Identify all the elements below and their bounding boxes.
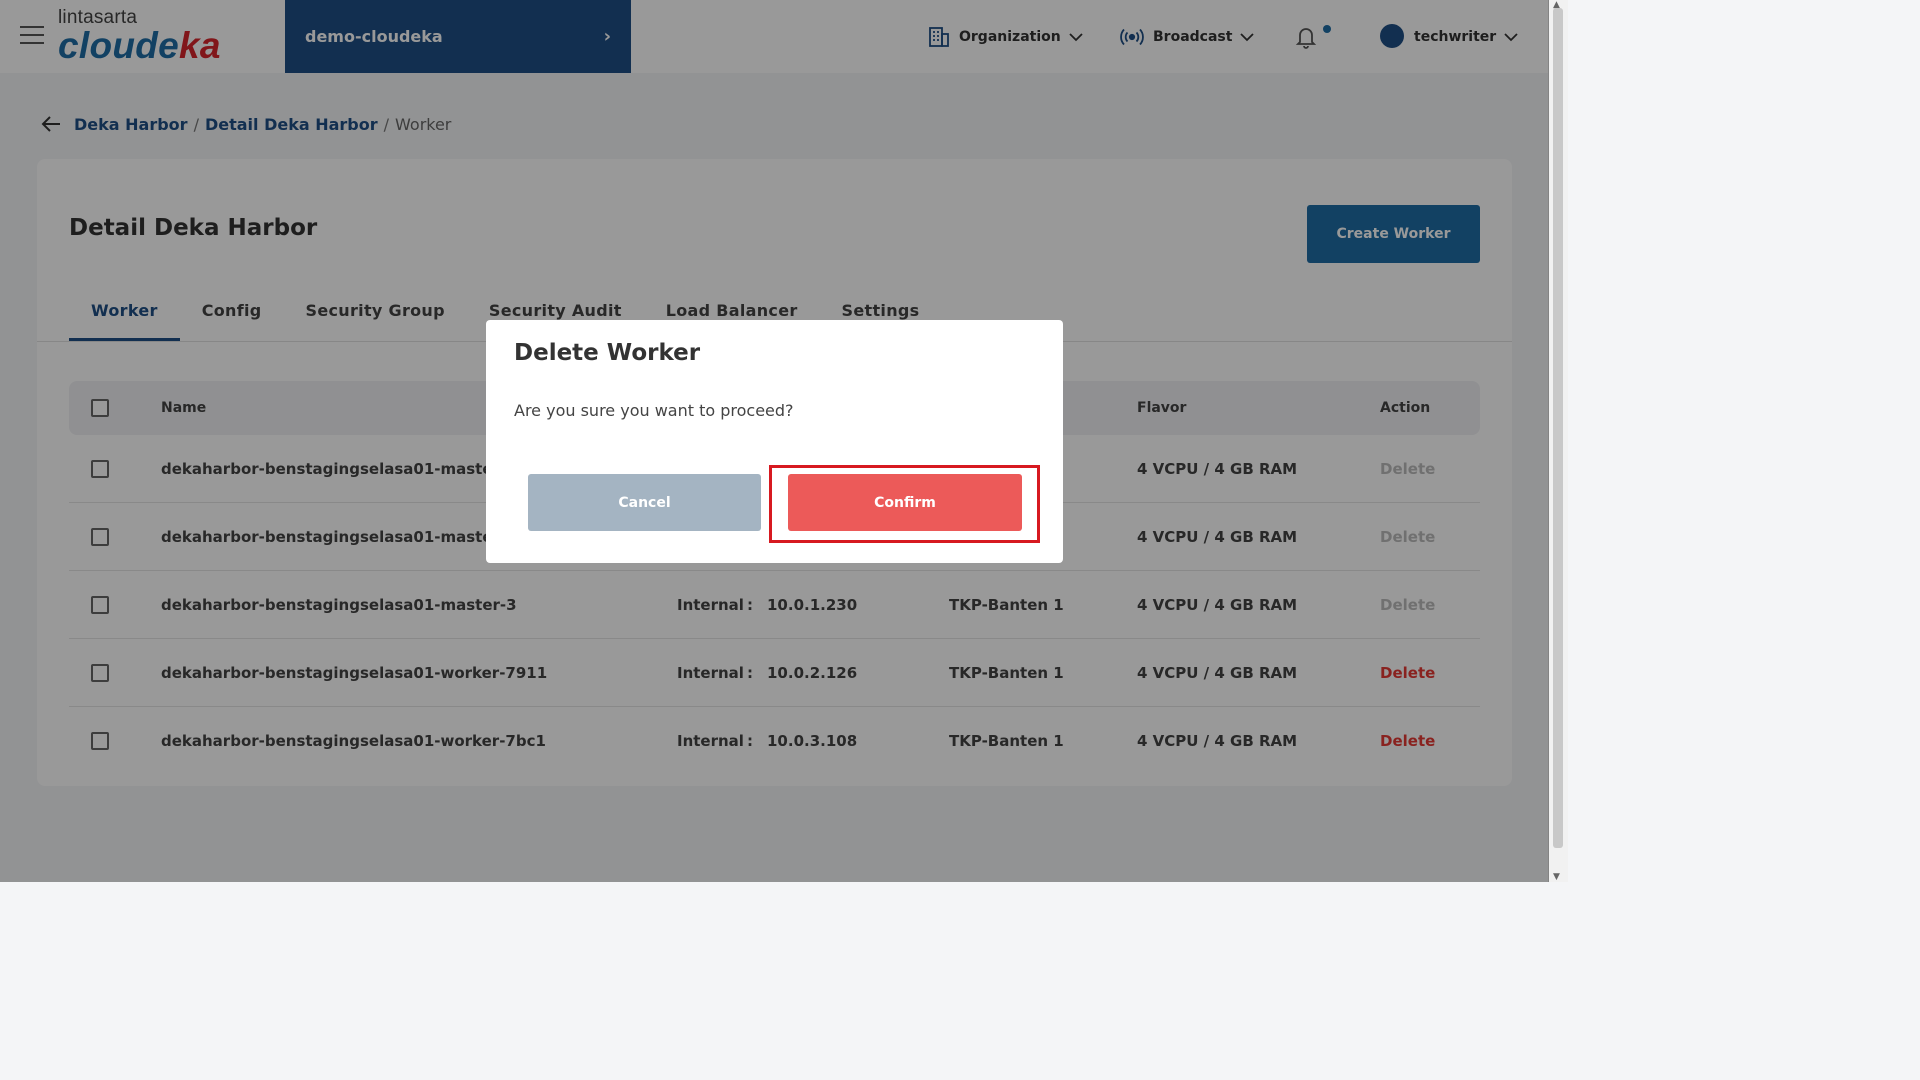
page-scrollbar[interactable]: ▲ ▼	[1548, 0, 1568, 882]
confirm-button[interactable]: Confirm	[788, 474, 1022, 531]
scrollbar-thumb[interactable]	[1553, 8, 1563, 848]
dialog-title: Delete Worker	[514, 340, 701, 366]
dialog-message: Are you sure you want to proceed?	[514, 401, 794, 420]
scroll-down-icon[interactable]: ▼	[1553, 872, 1560, 882]
cancel-button[interactable]: Cancel	[528, 474, 761, 531]
delete-worker-dialog: Delete Worker Are you sure you want to p…	[486, 320, 1063, 563]
